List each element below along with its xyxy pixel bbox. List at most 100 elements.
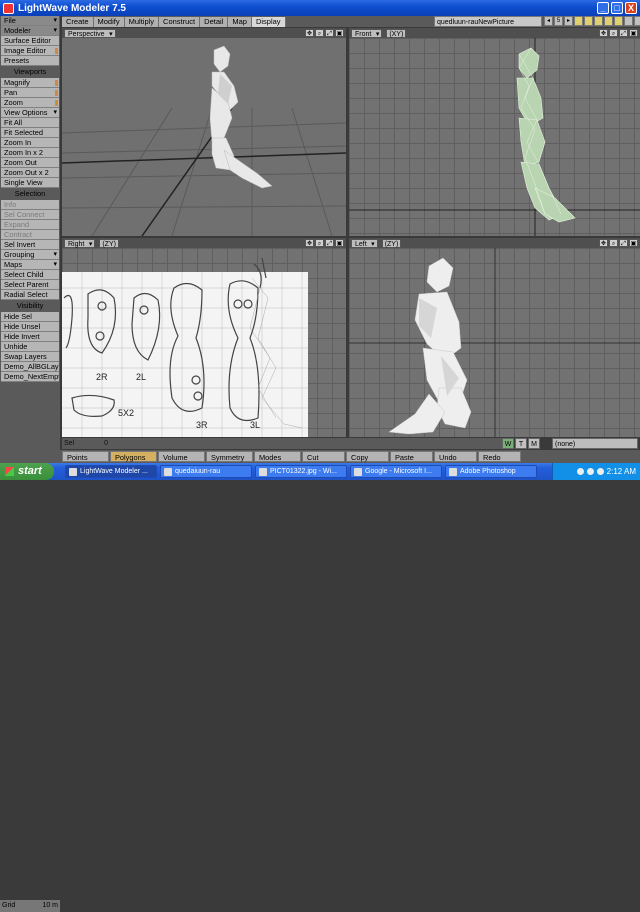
- sidebar-button-info[interactable]: Info: [1, 200, 59, 210]
- layer-7[interactable]: [634, 16, 640, 26]
- sidebar-button-magnify[interactable]: Magnify: [1, 78, 59, 88]
- layer-next-button[interactable]: ▸: [564, 16, 573, 26]
- sidebar-button-expand[interactable]: Expand: [1, 220, 59, 230]
- tab-multiply[interactable]: Multiply: [124, 16, 160, 27]
- taskbar-item-4[interactable]: Google - Microsoft I...: [350, 465, 442, 478]
- sidebar-button-surface-editor[interactable]: Surface Editor: [1, 36, 59, 46]
- polygons-button[interactable]: Polygons: [110, 451, 157, 462]
- viewport-mode-left[interactable]: Left: [351, 238, 378, 249]
- sidebar-button-presets[interactable]: Presets: [1, 56, 59, 66]
- maximize-view-icon[interactable]: ⤢: [619, 29, 628, 37]
- layer-2[interactable]: [584, 16, 593, 26]
- morph-map-button[interactable]: M: [528, 438, 540, 449]
- viewport-right[interactable]: Right (ZY) ✥ ⌕ ⤢ ▣: [62, 238, 346, 437]
- viewport-left[interactable]: Left (ZY) ✥ ⌕ ⤢ ▣: [349, 238, 640, 437]
- tray-network-icon[interactable]: [576, 468, 584, 475]
- render-mode-icon[interactable]: ▣: [629, 29, 638, 37]
- sidebar-button-fit-all[interactable]: Fit All: [1, 118, 59, 128]
- sidebar-button-demo-allbglay[interactable]: Demo_AllBGLay: [1, 362, 59, 372]
- tray-messenger-icon[interactable]: [596, 468, 604, 475]
- sidebar-button-hide-unsel[interactable]: Hide Unsel: [1, 322, 59, 332]
- maximize-view-icon[interactable]: ⤢: [325, 239, 334, 247]
- sidebar-button-unhide[interactable]: Unhide: [1, 342, 59, 352]
- layer-4[interactable]: [604, 16, 613, 26]
- zoom-view-icon[interactable]: ⌕: [315, 29, 324, 37]
- sidebar-button-sel-invert[interactable]: Sel Invert: [1, 240, 59, 250]
- layer-6[interactable]: [624, 16, 633, 26]
- viewport-mode-perspective[interactable]: Perspective: [64, 28, 116, 39]
- sidebar-button-contract[interactable]: Contract: [1, 230, 59, 240]
- redo-button[interactable]: Redo: [478, 451, 521, 462]
- modes-button[interactable]: Modes: [254, 451, 301, 462]
- sidebar-button-pan[interactable]: Pan: [1, 88, 59, 98]
- copy-button[interactable]: Copy: [346, 451, 389, 462]
- start-button[interactable]: start: [0, 463, 54, 480]
- move-view-icon[interactable]: ✥: [305, 29, 314, 37]
- tab-modify[interactable]: Modify: [93, 16, 125, 27]
- sidebar-button-select-child[interactable]: Select Child: [1, 270, 59, 280]
- viewport-front[interactable]: Front (XY) ✥ ⌕ ⤢ ▣: [349, 28, 640, 236]
- object-selector[interactable]: quedluun-rauNewPicture: [434, 16, 542, 27]
- maximize-view-icon[interactable]: ⤢: [619, 239, 628, 247]
- sidebar-button-zoom[interactable]: Zoom: [1, 98, 59, 108]
- move-view-icon[interactable]: ✥: [305, 239, 314, 247]
- sidebar-button-hide-sel[interactable]: Hide Sel: [1, 312, 59, 322]
- sidebar-button-sel-connect[interactable]: Sel Connect: [1, 210, 59, 220]
- symmetry-button[interactable]: Symmetry: [206, 451, 253, 462]
- sidebar-button-grouping[interactable]: Grouping: [1, 250, 59, 260]
- layer-5[interactable]: [614, 16, 623, 26]
- close-button[interactable]: X: [625, 2, 637, 14]
- minimize-button[interactable]: _: [597, 2, 609, 14]
- sidebar-button-demo-nextempt[interactable]: Demo_NextEmpt: [1, 372, 59, 382]
- tab-construct[interactable]: Construct: [159, 16, 201, 27]
- layer-1[interactable]: [574, 16, 583, 26]
- texture-map-button[interactable]: T: [515, 438, 527, 449]
- maximize-button[interactable]: □: [611, 2, 623, 14]
- maximize-view-icon[interactable]: ⤢: [325, 29, 334, 37]
- move-view-icon[interactable]: ✥: [599, 29, 608, 37]
- render-mode-icon[interactable]: ▣: [335, 239, 344, 247]
- tray-volume-icon[interactable]: [586, 468, 594, 475]
- sidebar-button-zoom-out-x-2[interactable]: Zoom Out x 2: [1, 168, 59, 178]
- render-mode-icon[interactable]: ▣: [629, 239, 638, 247]
- paste-button[interactable]: Paste: [390, 451, 433, 462]
- tab-display[interactable]: Display: [251, 16, 286, 27]
- sidebar-button-modeler[interactable]: Modeler: [1, 26, 59, 36]
- layer-prev-button[interactable]: ◂: [544, 16, 553, 26]
- cut-button[interactable]: Cut: [302, 451, 345, 462]
- taskbar-item-2[interactable]: quedaiuun-rau: [160, 465, 252, 478]
- undo-button[interactable]: Undo: [434, 451, 477, 462]
- zoom-view-icon[interactable]: ⌕: [609, 29, 618, 37]
- tab-detail[interactable]: Detail: [200, 16, 229, 27]
- viewport-mode-right[interactable]: Right: [64, 238, 96, 249]
- sidebar-button-select-parent[interactable]: Select Parent: [1, 280, 59, 290]
- zoom-view-icon[interactable]: ⌕: [315, 239, 324, 247]
- sidebar-button-single-view[interactable]: Single View: [1, 178, 59, 188]
- viewport-mode-front[interactable]: Front: [351, 28, 383, 39]
- taskbar-item-3[interactable]: PICT01322.jpg - Wi...: [255, 465, 347, 478]
- sidebar-button-maps[interactable]: Maps: [1, 260, 59, 270]
- sidebar-button-zoom-in[interactable]: Zoom In: [1, 138, 59, 148]
- tab-create[interactable]: Create: [62, 16, 94, 27]
- viewport-axis-right[interactable]: (ZY): [99, 238, 119, 248]
- sidebar-button-view-options[interactable]: View Options: [1, 108, 59, 118]
- tab-map[interactable]: Map: [228, 16, 252, 27]
- sidebar-button-radial-select[interactable]: Radial Select: [1, 290, 59, 300]
- volume-button[interactable]: Volume: [158, 451, 205, 462]
- sidebar-button-zoom-in-x-2[interactable]: Zoom In x 2: [1, 148, 59, 158]
- weight-map-button[interactable]: W: [502, 438, 514, 449]
- viewport-axis-left[interactable]: (ZY): [381, 238, 402, 248]
- sidebar-button-zoom-out[interactable]: Zoom Out: [1, 158, 59, 168]
- sidebar-button-fit-selected[interactable]: Fit Selected: [1, 128, 59, 138]
- move-view-icon[interactable]: ✥: [599, 239, 608, 247]
- sidebar-button-file[interactable]: File: [1, 16, 59, 26]
- viewport-axis-front[interactable]: (XY): [386, 28, 407, 38]
- layer-3[interactable]: [594, 16, 603, 26]
- viewport-perspective[interactable]: Perspective ✥ ⌕ ⤢ ▣: [62, 28, 346, 236]
- sidebar-button-hide-invert[interactable]: Hide Invert: [1, 332, 59, 342]
- taskbar-item-1[interactable]: LightWave Modeler ...: [65, 465, 157, 478]
- vertex-map-selector[interactable]: (none): [552, 438, 638, 449]
- render-mode-icon[interactable]: ▣: [335, 29, 344, 37]
- points-button[interactable]: Points: [62, 451, 109, 462]
- sidebar-button-swap-layers[interactable]: Swap Layers: [1, 352, 59, 362]
